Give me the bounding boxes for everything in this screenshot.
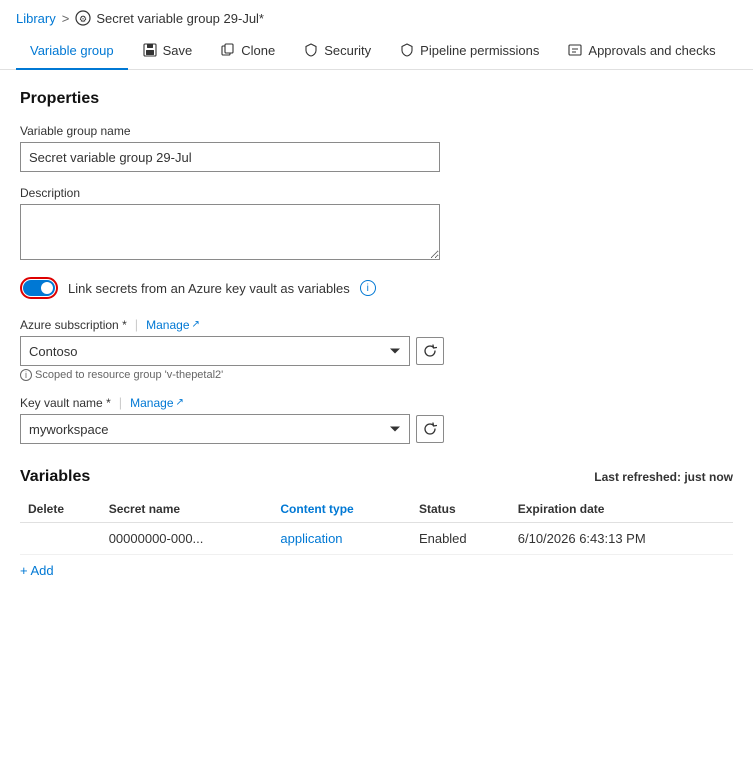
tab-approvals-checks-label: Approvals and checks <box>588 43 715 58</box>
breadcrumb: Library > ⚙ Secret variable group 29-Jul… <box>0 0 753 32</box>
main-content: Properties Variable group name Descripti… <box>0 70 753 606</box>
key-vault-manage-ext-icon: ↗ <box>176 397 184 408</box>
variables-title: Variables <box>20 468 90 486</box>
key-vault-section: Key vault name * | Manage ↗ myworkspace <box>20 395 733 444</box>
clone-icon <box>220 42 236 58</box>
description-label: Description <box>20 186 733 200</box>
last-refreshed: Last refreshed: just now <box>594 470 733 484</box>
azure-subscription-refresh-button[interactable] <box>416 337 444 365</box>
cell-secret-name: 00000000-000... <box>101 523 273 555</box>
key-vault-manage-link[interactable]: Manage ↗ <box>130 396 184 410</box>
key-vault-label: Key vault name * <box>20 396 111 410</box>
toggle-wrapper <box>20 277 58 299</box>
col-header-content-type: Content type <box>272 496 411 523</box>
variables-header: Variables Last refreshed: just now <box>20 468 733 486</box>
col-header-status: Status <box>411 496 510 523</box>
key-vault-pipe-sep: | <box>119 395 122 410</box>
properties-title: Properties <box>20 90 733 108</box>
key-vault-select-row: myworkspace <box>20 414 733 444</box>
variable-group-icon: ⚙ <box>75 10 91 26</box>
key-vault-toggle[interactable] <box>23 280 55 296</box>
toggle-label: Link secrets from an Azure key vault as … <box>68 281 350 296</box>
variable-group-name-input[interactable] <box>20 142 440 172</box>
tab-security-label: Security <box>324 43 371 58</box>
key-vault-label-row: Key vault name * | Manage ↗ <box>20 395 733 410</box>
tab-variable-group-label: Variable group <box>30 43 114 58</box>
azure-subscription-section: Azure subscription * | Manage ↗ Contoso <box>20 317 733 381</box>
variables-section: Variables Last refreshed: just now Delet… <box>20 468 733 586</box>
tab-variable-group[interactable]: Variable group <box>16 33 128 70</box>
pipeline-icon <box>399 42 415 58</box>
table-header-row: Delete Secret name Content type Status E… <box>20 496 733 523</box>
cell-content-type: application <box>272 523 411 555</box>
key-vault-refresh-button[interactable] <box>416 415 444 443</box>
description-input[interactable] <box>20 204 440 260</box>
toolbar: Variable group Save Clone Security <box>0 32 753 70</box>
azure-subscription-select-wrapper: Contoso <box>20 336 410 366</box>
toggle-info-icon[interactable]: i <box>360 280 376 296</box>
last-refreshed-time: just now <box>684 470 733 484</box>
add-variable-button[interactable]: + Add <box>20 555 54 586</box>
col-header-delete: Delete <box>20 496 101 523</box>
svg-text:⚙: ⚙ <box>79 14 87 24</box>
variable-group-name-field: Variable group name <box>20 124 733 172</box>
cell-delete <box>20 523 101 555</box>
cell-expiration-date: 6/10/2026 6:43:13 PM <box>510 523 733 555</box>
tab-pipeline-permissions[interactable]: Pipeline permissions <box>385 32 553 70</box>
tab-clone-label: Clone <box>241 43 275 58</box>
breadcrumb-current-page: Secret variable group 29-Jul* <box>96 11 264 26</box>
tab-clone[interactable]: Clone <box>206 32 289 70</box>
col-header-secret-name: Secret name <box>101 496 273 523</box>
cell-status: Enabled <box>411 523 510 555</box>
scope-info-icon: i <box>20 369 32 381</box>
azure-subscription-label: Azure subscription * <box>20 318 127 332</box>
azure-subscription-label-row: Azure subscription * | Manage ↗ <box>20 317 733 332</box>
breadcrumb-separator: > <box>62 11 70 26</box>
tab-save[interactable]: Save <box>128 32 207 70</box>
manage-ext-link-icon: ↗ <box>192 319 200 330</box>
key-vault-select[interactable]: myworkspace <box>20 414 410 444</box>
tab-security[interactable]: Security <box>289 32 385 70</box>
variable-group-name-label: Variable group name <box>20 124 733 138</box>
key-vault-required: * <box>106 396 111 410</box>
description-field: Description <box>20 186 733 263</box>
last-refreshed-label: Last refreshed: <box>594 470 684 484</box>
tab-pipeline-permissions-label: Pipeline permissions <box>420 43 539 58</box>
key-vault-select-wrapper: myworkspace <box>20 414 410 444</box>
tab-approvals-checks[interactable]: Approvals and checks <box>553 32 729 70</box>
azure-subscription-select[interactable]: Contoso <box>20 336 410 366</box>
security-icon <box>303 42 319 58</box>
breadcrumb-library-link[interactable]: Library <box>16 11 56 26</box>
scope-note: i Scoped to resource group 'v-thepetal2' <box>20 369 733 381</box>
col-header-expiration-date: Expiration date <box>510 496 733 523</box>
azure-subscription-required: * <box>122 318 127 332</box>
toggle-row: Link secrets from an Azure key vault as … <box>20 277 733 299</box>
pipe-separator: | <box>135 317 138 332</box>
tab-save-label: Save <box>163 43 193 58</box>
properties-section: Properties Variable group name Descripti… <box>20 90 733 299</box>
approvals-icon <box>567 42 583 58</box>
save-icon <box>142 42 158 58</box>
azure-subscription-select-row: Contoso <box>20 336 733 366</box>
toggle-thumb <box>41 282 53 294</box>
add-variable-label: + Add <box>20 563 54 578</box>
azure-subscription-manage-link[interactable]: Manage ↗ <box>146 318 200 332</box>
table-row: 00000000-000... application Enabled 6/10… <box>20 523 733 555</box>
variables-table: Delete Secret name Content type Status E… <box>20 496 733 555</box>
